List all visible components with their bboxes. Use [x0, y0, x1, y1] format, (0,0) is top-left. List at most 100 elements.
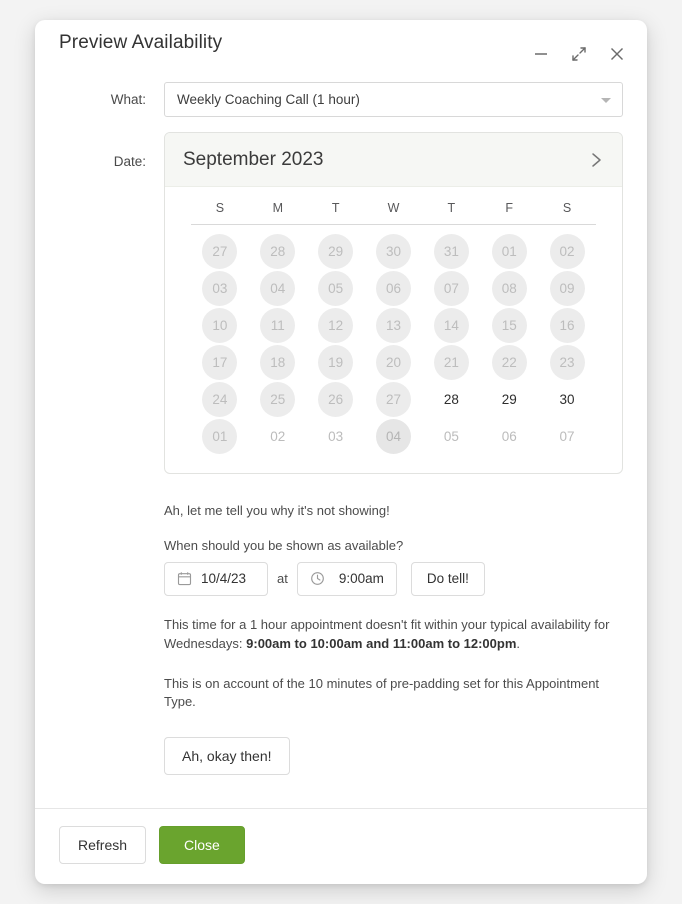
calendar-day: 13	[365, 307, 423, 343]
close-button[interactable]: Close	[159, 826, 245, 865]
calendar-week-row: 01 02 03 04 05 06 07	[191, 418, 596, 454]
calendar-day-number: 16	[549, 307, 585, 343]
calendar-weeks: 27 28 29 30 31 01 02 03 04 05 06 07 08 09 10 11 12 13 14 15…	[191, 233, 596, 454]
calendar-day-number: 12	[318, 307, 354, 343]
calendar-day-number: 09	[549, 270, 585, 306]
chevron-right-icon[interactable]	[584, 148, 608, 172]
calendar-day: 10	[191, 307, 249, 343]
calendar-day: 02	[538, 233, 596, 269]
calendar-day-number: 19	[318, 344, 354, 380]
calendar-weekday: S	[215, 201, 225, 215]
calendar-day: 27	[365, 381, 423, 417]
calendar-day-number: 11	[260, 307, 296, 343]
dialog-titlebar: Preview Availability	[35, 20, 647, 68]
calendar-day: 05	[422, 418, 480, 454]
close-icon[interactable]	[607, 44, 627, 64]
calendar-day-number: 01	[202, 418, 238, 454]
calendar-grid: S M T W T F S 27 28 29 30 31 01 02 03 04 05 06 07 08 09 10 11…	[165, 187, 622, 473]
calendar-day-number: 04	[260, 270, 296, 306]
calendar-day: 28	[249, 233, 307, 269]
refresh-button[interactable]: Refresh	[59, 826, 147, 865]
what-label: What:	[110, 92, 146, 107]
calendar-day-number: 08	[491, 270, 527, 306]
calendar-day: 16	[538, 307, 596, 343]
calendar-month-label: September 2023	[183, 148, 324, 170]
explanation-intro: Ah, let me tell you why it's not showing…	[164, 503, 390, 518]
availability-question: When should you be shown as available?	[164, 537, 404, 553]
calendar-day-number: 17	[202, 344, 238, 380]
calendar-header: September 2023	[165, 133, 622, 187]
calendar-icon	[177, 571, 192, 586]
calendar-day[interactable]: 30	[538, 381, 596, 417]
calendar-day[interactable]: 28	[422, 381, 480, 417]
calendar-weekday-header: SMTWTFS	[191, 201, 596, 225]
preview-availability-dialog: Preview Availability What: Weekly Coachi…	[35, 20, 647, 885]
time-input[interactable]: 9:00am	[296, 561, 397, 596]
calendar-week-row: 27 28 29 30 31 01 02	[191, 233, 596, 269]
date-label: Date:	[113, 154, 146, 169]
calendar-day-number: 06	[375, 270, 411, 306]
calendar-day-number: 04	[375, 418, 411, 454]
calendar-day-number: 26	[318, 381, 354, 417]
appointment-type-value: Weekly Coaching Call (1 hour)	[177, 92, 360, 107]
calendar-day: 18	[249, 344, 307, 380]
calendar-day-number: 30	[375, 233, 411, 269]
reason-paragraph: This time for a 1 hour appointment doesn…	[164, 616, 621, 654]
calendar-day-number: 27	[202, 233, 238, 269]
dialog-body: What: Weekly Coaching Call (1 hour) Date…	[35, 82, 647, 776]
calendar-day: 07	[538, 418, 596, 454]
calendar-week-row: 03 04 05 06 07 08 09	[191, 270, 596, 306]
clock-icon	[310, 571, 325, 586]
window-controls	[531, 44, 627, 64]
calendar-day: 03	[191, 270, 249, 306]
calendar-day: 31	[422, 233, 480, 269]
calendar-day: 01	[191, 418, 249, 454]
calendar-day-number: 02	[549, 233, 585, 269]
calendar-day-number: 24	[202, 381, 238, 417]
calendar-day: 23	[538, 344, 596, 380]
calendar-day-number: 13	[375, 307, 411, 343]
calendar-day: 02	[249, 418, 307, 454]
calendar-day-number: 18	[260, 344, 296, 380]
calendar-day-number: 06	[501, 428, 517, 444]
calendar-day: 21	[422, 344, 480, 380]
calendar-day: 20	[365, 344, 423, 380]
do-tell-button[interactable]: Do tell!	[410, 561, 485, 596]
ah-okay-then-button[interactable]: Ah, okay then!	[164, 737, 290, 776]
date-input-value: 10/4/23	[201, 571, 247, 587]
calendar-day-number: 31	[433, 233, 469, 269]
calendar-weekday: T	[331, 201, 340, 215]
minimize-icon[interactable]	[531, 44, 551, 64]
appointment-type-select[interactable]: Weekly Coaching Call (1 hour)	[164, 82, 623, 117]
calendar-day: 14	[422, 307, 480, 343]
calendar-day: 15	[480, 307, 538, 343]
calendar-day-number: 20	[375, 344, 411, 380]
expand-icon[interactable]	[569, 44, 589, 64]
calendar-day-number: 03	[202, 270, 238, 306]
calendar-weekday: M	[272, 201, 283, 215]
explanation-section: Ah, let me tell you why it's not showing…	[164, 502, 621, 776]
calendar-day-number: 21	[433, 344, 469, 380]
calendar-day-number: 15	[491, 307, 527, 343]
calendar-day-number: 28	[260, 233, 296, 269]
calendar-day: 25	[249, 381, 307, 417]
calendar-day: 05	[307, 270, 365, 306]
calendar-day: 19	[307, 344, 365, 380]
reason-text-part2: .	[516, 635, 521, 651]
calendar-weekday: F	[505, 201, 514, 215]
calendar-day-number: 03	[328, 428, 344, 444]
calendar-day-number: 07	[433, 270, 469, 306]
calendar-day: 07	[422, 270, 480, 306]
calendar-day: 26	[307, 381, 365, 417]
calendar-day[interactable]: 29	[480, 381, 538, 417]
calendar-day-number: 22	[491, 344, 527, 380]
calendar-day-number: 10	[202, 307, 238, 343]
calendar-day: 30	[365, 233, 423, 269]
calendar-day: 06	[480, 418, 538, 454]
calendar-day-number: 05	[443, 428, 459, 444]
calendar-weekday: T	[447, 201, 456, 215]
date-input[interactable]: 10/4/23	[164, 561, 268, 596]
calendar-day[interactable]: 04	[365, 418, 423, 454]
calendar-day: 27	[191, 233, 249, 269]
calendar-day: 08	[480, 270, 538, 306]
